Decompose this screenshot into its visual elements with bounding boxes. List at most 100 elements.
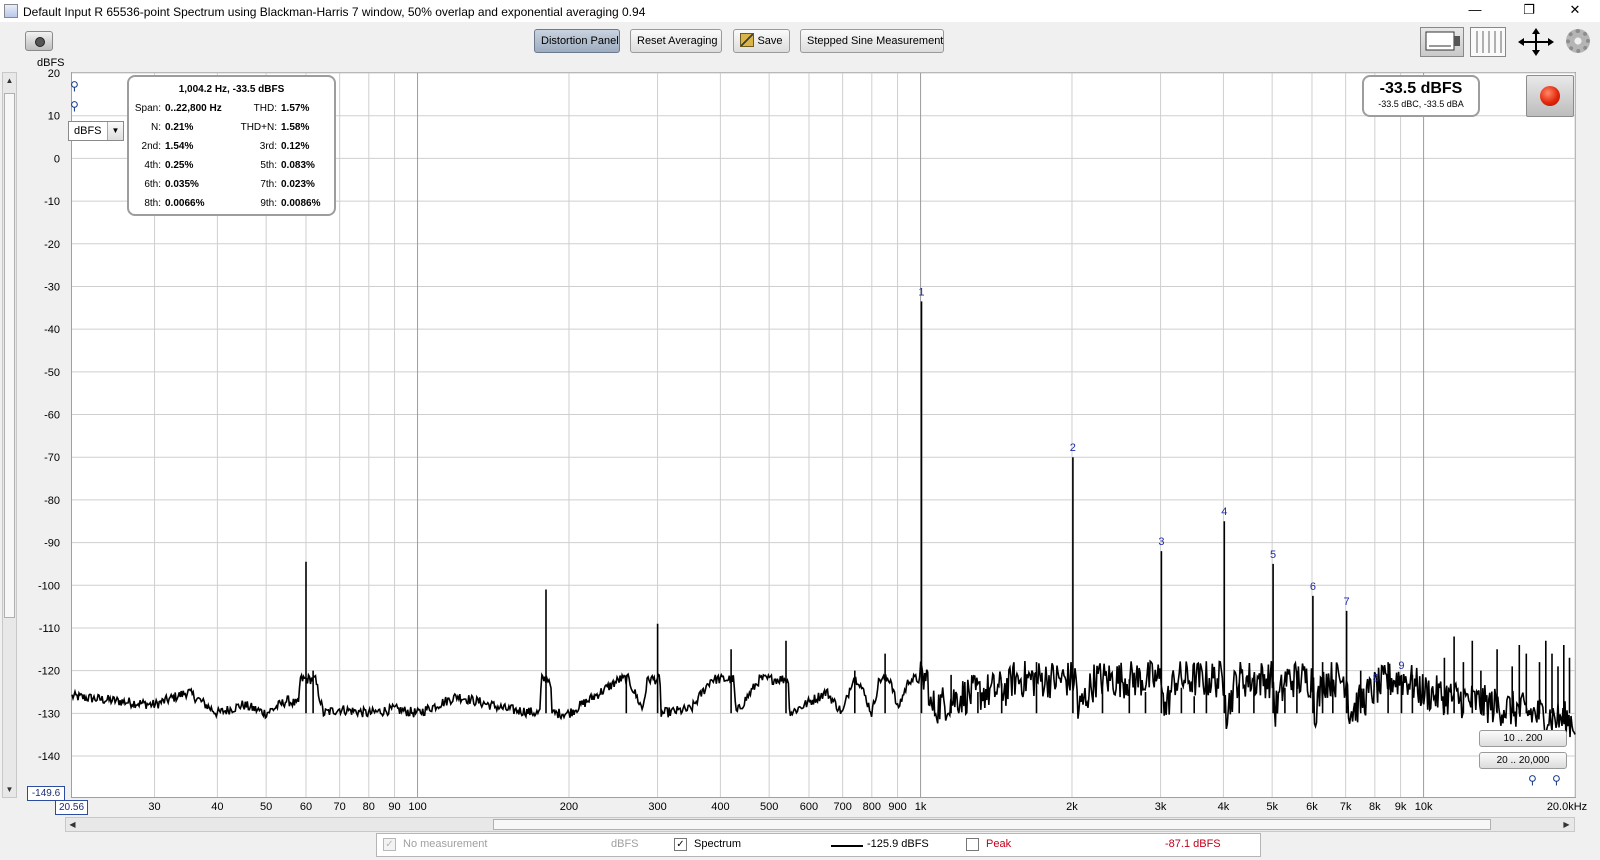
- harmonic-label: 6: [1310, 581, 1316, 593]
- no-measurement-checkbox: ✓: [383, 838, 396, 851]
- harmonic-label: 8: [1373, 673, 1379, 685]
- x-tick-label: 9k: [1395, 801, 1407, 813]
- distortion-cell: 7th: 0.023%: [233, 179, 315, 193]
- zoom-out-x-icon[interactable]: ⚲: [1552, 772, 1568, 788]
- distortion-cell: 9th: 0.0086%: [233, 198, 320, 212]
- x-axis-min-box[interactable]: 20.56: [55, 800, 88, 815]
- distortion-panel: 1,004.2 Hz, -33.5 dBFS Span: 0..22,800 Hz…: [127, 75, 336, 216]
- distortion-value: 0.0066%: [165, 198, 205, 209]
- level-main: -33.5 dBFS: [1379, 80, 1463, 97]
- peak-checkbox[interactable]: [966, 838, 979, 851]
- y-axis-min-box[interactable]: -149.6: [27, 786, 65, 801]
- x-tick-label: 900: [888, 801, 906, 813]
- distortion-label: 3rd:: [259, 141, 277, 152]
- distortion-value: 0..22,800 Hz: [165, 103, 222, 114]
- y-axis-unit: dBFS: [37, 57, 65, 69]
- horizontal-scrollbar[interactable]: ◀ ▶: [65, 817, 1575, 832]
- range-20-20000-button[interactable]: 20 .. 20,000: [1479, 752, 1567, 769]
- y-unit-select-value: dBFS: [74, 125, 102, 137]
- x-tick-label: 10k: [1415, 801, 1433, 813]
- distortion-label: 6th:: [144, 179, 161, 190]
- y-unit-select[interactable]: dBFS ▼: [68, 121, 124, 141]
- scroll-right-icon[interactable]: ▶: [1560, 818, 1573, 831]
- x-tick-label: 40: [211, 801, 223, 813]
- peak-label: Peak: [986, 838, 1012, 850]
- x-tick-label: 4k: [1218, 801, 1230, 813]
- y-tick-labels: 20 10 0 -10 -20 -30 -40 -50 -60 -70 -80 -90 -100 -110…: [38, 68, 60, 763]
- x-tick-label: 50: [260, 801, 272, 813]
- zoom-out-icon[interactable]: ⚲: [70, 98, 86, 114]
- legend-bar: ✓ No measurement dBFS ✓ Spectrum -125.9 …: [376, 833, 1261, 857]
- level-readout: -33.5 dBFS -33.5 dBC, -33.5 dBA: [1362, 75, 1480, 117]
- distortion-label: THD+N:: [240, 122, 277, 133]
- x-tick-label: 8k: [1369, 801, 1381, 813]
- harmonic-label: 2: [1070, 442, 1076, 454]
- y-tick-label: -50: [44, 367, 60, 379]
- spectrum-trace: [71, 301, 1576, 740]
- distortion-value: 0.25%: [165, 160, 194, 171]
- x-tick-label: 70: [334, 801, 346, 813]
- distortion-value: 1.58%: [281, 122, 310, 133]
- distortion-cell: 6th: 0.035%: [131, 179, 199, 193]
- distortion-cell: THD+N: 1.58%: [233, 122, 310, 136]
- chevron-down-icon[interactable]: ▼: [107, 122, 123, 140]
- horizontal-scroll-thumb[interactable]: [493, 819, 1491, 830]
- distortion-value: 1.54%: [165, 141, 194, 152]
- x-tick-label: 800: [863, 801, 881, 813]
- spectrum-legend-line: [831, 845, 863, 847]
- x-tick-label: 6k: [1306, 801, 1318, 813]
- no-measurement-unit: dBFS: [611, 838, 639, 850]
- x-tick-label: 80: [363, 801, 375, 813]
- zoom-in-x-icon[interactable]: ⚲: [1528, 772, 1544, 788]
- zoom-in-icon[interactable]: ⚲: [70, 78, 86, 94]
- x-tick-label: 3k: [1155, 801, 1167, 813]
- distortion-cell: Span: 0..22,800 Hz: [131, 103, 222, 117]
- x-tick-label: 1k: [915, 801, 927, 813]
- distortion-label: 8th:: [144, 198, 161, 209]
- distortion-label: 5th:: [260, 160, 277, 171]
- distortion-value: 1.57%: [281, 103, 310, 114]
- no-measurement-label: No measurement: [403, 838, 488, 850]
- harmonic-label: 7: [1344, 596, 1350, 608]
- y-tick-label: -120: [38, 666, 60, 678]
- record-icon: [1540, 86, 1560, 106]
- distortion-cell: THD: 1.57%: [233, 103, 310, 117]
- distortion-label: 4th:: [144, 160, 161, 171]
- x-tick-label: 7k: [1340, 801, 1352, 813]
- y-tick-label: -10: [44, 196, 60, 208]
- spectrum-checkbox[interactable]: ✓: [674, 838, 687, 851]
- x-tick-label: 400: [711, 801, 729, 813]
- distortion-cell: 3rd: 0.12%: [233, 141, 310, 155]
- record-button[interactable]: [1526, 75, 1574, 117]
- distortion-cell: 8th: 0.0066%: [131, 198, 204, 212]
- scroll-left-icon[interactable]: ◀: [66, 818, 79, 831]
- distortion-header: 1,004.2 Hz, -33.5 dBFS: [178, 84, 285, 95]
- distortion-cell: N: 0.21%: [131, 122, 193, 136]
- x-tick-label: 90: [388, 801, 400, 813]
- harmonic-label: 1: [918, 286, 924, 298]
- y-tick-label: -130: [38, 708, 60, 720]
- distortion-value: 0.0086%: [281, 198, 321, 209]
- level-sub: -33.5 dBC, -33.5 dBA: [1378, 99, 1464, 109]
- distortion-cell: 4th: 0.25%: [131, 160, 193, 174]
- x-tick-label: 20.0kHz: [1547, 801, 1587, 813]
- harmonic-label: 4: [1221, 506, 1227, 518]
- y-tick-label: 10: [48, 111, 60, 123]
- rew-spectrum-window: Default Input R 65536-point Spectrum usi…: [0, 0, 1600, 860]
- x-tick-label: 60: [300, 801, 312, 813]
- distortion-cell: 2nd: 1.54%: [131, 141, 194, 155]
- y-tick-label: 0: [54, 153, 60, 165]
- distortion-value: 0.083%: [281, 160, 315, 171]
- spectrum-value: -125.9 dBFS: [867, 838, 929, 850]
- range-10-200-button[interactable]: 10 .. 200: [1479, 730, 1567, 747]
- distortion-label: 2nd:: [141, 141, 161, 152]
- distortion-label: 7th:: [260, 179, 277, 190]
- x-tick-label: 2k: [1066, 801, 1078, 813]
- distortion-value: 0.035%: [165, 179, 199, 190]
- y-tick-label: -20: [44, 239, 60, 251]
- x-tick-label: 30: [148, 801, 160, 813]
- x-tick-label: 500: [760, 801, 778, 813]
- distortion-label: 9th:: [260, 198, 277, 209]
- harmonic-label: 3: [1158, 536, 1164, 548]
- x-tick-label: 300: [648, 801, 666, 813]
